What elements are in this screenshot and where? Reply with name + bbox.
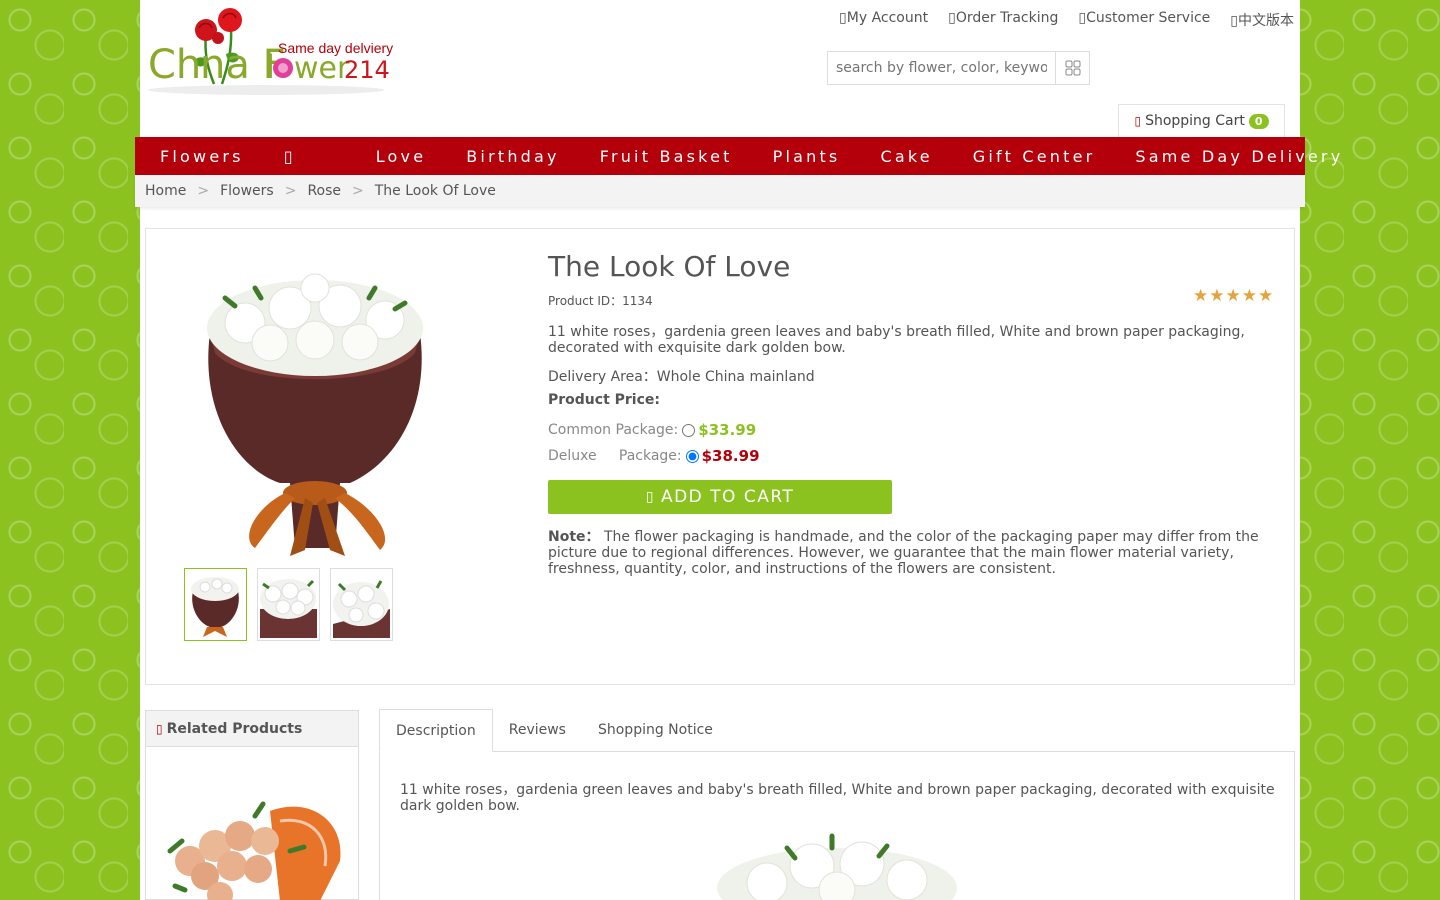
package-option-label: Common Package: [548, 422, 679, 438]
nav-item-love[interactable]: Love [376, 147, 427, 166]
breadcrumb-flowers[interactable]: Flowers [220, 183, 274, 199]
product-title: The Look Of Love [548, 250, 791, 283]
cart-icon: ▯ [645, 489, 655, 505]
order-tracking-label: Order Tracking [955, 10, 1059, 26]
related-products-panel: ▯ Related Products [145, 710, 359, 900]
site-logo[interactable]: Ch na F l wer 214 Same day delviery [146, 4, 396, 98]
product-tabs: Description Reviews Shopping Notice [379, 709, 1295, 752]
nav-item-fruit-basket[interactable]: Fruit Basket [600, 147, 733, 166]
tab-reviews[interactable]: Reviews [493, 709, 582, 751]
package-option-common: Common Package: $33.99 [548, 421, 756, 439]
product-price-label: Product Price: [548, 392, 660, 408]
nav-label: Flowers [160, 146, 244, 166]
user-icon: ▯ [839, 10, 847, 26]
cart-count-badge: 0 [1248, 113, 1269, 129]
related-product-image[interactable] [160, 791, 350, 900]
nav-item-plants[interactable]: Plants [773, 147, 841, 166]
my-account-label: My Account [846, 10, 929, 26]
package-radio-deluxe[interactable] [685, 449, 699, 463]
order-tracking-link[interactable]: ▯Order Tracking [948, 10, 1058, 30]
svg-text:214: 214 [344, 56, 390, 84]
nav-item-same-day-delivery[interactable]: Same Day Delivery [1135, 147, 1343, 166]
related-products-title: Related Products [166, 720, 303, 737]
tab-description[interactable]: Description [379, 709, 493, 752]
package-option-label: Deluxe Package: [548, 448, 682, 464]
note-label: Note： [548, 529, 600, 545]
add-to-cart-label: ADD TO CART [660, 487, 795, 507]
tab-shopping-notice[interactable]: Shopping Notice [582, 709, 729, 751]
breadcrumb-home[interactable]: Home [145, 183, 186, 199]
nav-item-cake[interactable]: Cake [880, 147, 932, 166]
customer-service-link[interactable]: ▯Customer Service [1078, 10, 1210, 30]
truck-icon: ▯ [948, 10, 956, 26]
search-button[interactable] [1055, 52, 1089, 84]
breadcrumb: Home > Flowers > Rose > The Look Of Love [135, 175, 1305, 207]
my-account-link[interactable]: ▯My Account [839, 10, 928, 30]
breadcrumb-separator: > [284, 183, 297, 199]
logo-wordmark: Ch [148, 42, 201, 88]
language-link[interactable]: ▯中文版本 [1230, 10, 1294, 30]
package-price: $38.99 [701, 447, 760, 465]
tab-description-text: 11 white roses，gardenia green leaves and… [400, 782, 1275, 814]
breadcrumb-rose[interactable]: Rose [307, 183, 341, 199]
package-price: $33.99 [698, 421, 757, 439]
package-radio-common[interactable] [682, 423, 696, 437]
svg-text:wer: wer [294, 51, 350, 86]
cart-icon: ▯ [1134, 114, 1142, 128]
nav-item-birthday[interactable]: Birthday [466, 147, 559, 166]
svg-text:Same day delviery: Same day delviery [278, 40, 393, 56]
nav-item-flowers[interactable]: Flowers ▯ [160, 147, 336, 166]
heart-icon: ▯ [156, 721, 163, 736]
search-bar [827, 51, 1090, 85]
nav-item-gift-center[interactable]: Gift Center [973, 147, 1096, 166]
customer-service-label: Customer Service [1086, 10, 1211, 26]
delivery-area: Delivery Area：Whole China mainland [548, 369, 815, 385]
note-text: The flower packaging is handmade, and th… [548, 529, 1259, 577]
product-description: 11 white roses，gardenia green leaves and… [548, 324, 1245, 356]
cart-label: Shopping Cart [1145, 113, 1245, 129]
rating-stars: ★★★★★ [1193, 286, 1275, 306]
product-main-image[interactable] [195, 258, 440, 558]
breadcrumb-separator: > [352, 183, 364, 199]
language-label: 中文版本 [1238, 13, 1294, 29]
related-products-header: ▯ Related Products [146, 711, 358, 747]
breadcrumb-current: The Look Of Love [374, 183, 496, 199]
product-thumbnail-3[interactable] [330, 568, 393, 641]
main-nav: Flowers ▯ Love Birthday Fruit Basket Plan… [135, 137, 1340, 175]
shopping-cart-button[interactable]: ▯ Shopping Cart 0 [1118, 104, 1285, 137]
product-thumbnail-1[interactable] [184, 568, 247, 641]
search-input[interactable] [828, 52, 1055, 84]
package-option-deluxe: Deluxe Package: $38.99 [548, 447, 760, 465]
grid-search-icon [1065, 60, 1080, 76]
globe-icon: ▯ [1230, 13, 1238, 29]
breadcrumb-separator: > [197, 183, 210, 199]
chevron-down-icon: ▯ [283, 146, 296, 166]
add-to-cart-button[interactable]: ▯ ADD TO CART [548, 480, 892, 514]
top-links: ▯My Account ▯Order Tracking ▯Customer Se… [839, 10, 1294, 30]
product-thumbnail-2[interactable] [257, 568, 320, 641]
description-image [712, 828, 962, 900]
headset-icon: ▯ [1078, 10, 1087, 26]
product-id: Product ID：1134 [548, 294, 653, 308]
product-note: Note： The flower packaging is handmade, … [548, 529, 1263, 577]
